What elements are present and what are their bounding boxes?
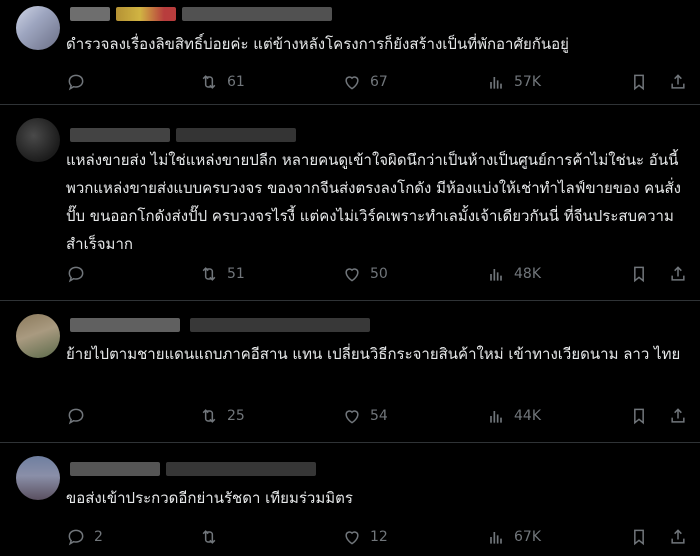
author-handle-blurred — [176, 128, 296, 142]
share-button[interactable] — [668, 262, 688, 286]
bookmark-icon — [634, 266, 644, 283]
bookmark-icon — [634, 408, 644, 425]
reply-icon — [68, 529, 84, 546]
author-name-blurred[interactable] — [70, 462, 160, 476]
author-name-blurred[interactable] — [70, 318, 180, 332]
post[interactable]: ขอส่งเข้าประกวดอีกย่านรัชดา เทียมร่วมมิต… — [0, 442, 700, 556]
repost-button[interactable]: 25 — [199, 404, 245, 428]
share-button[interactable] — [668, 70, 688, 94]
repost-count: 25 — [227, 408, 245, 424]
views-icon — [490, 532, 502, 544]
reply-button[interactable] — [66, 70, 94, 94]
views-icon — [490, 411, 502, 423]
repost-count: 51 — [227, 266, 245, 282]
bookmark-button[interactable] — [629, 404, 649, 428]
share-icon — [671, 529, 685, 544]
bookmark-icon — [634, 529, 644, 546]
repost-icon — [202, 530, 216, 544]
like-button[interactable]: 50 — [342, 262, 388, 286]
like-button[interactable]: 67 — [342, 70, 388, 94]
author-handle-blurred — [190, 318, 370, 332]
bookmark-button[interactable] — [629, 262, 649, 286]
reply-icon — [68, 408, 84, 425]
bookmark-button[interactable] — [629, 70, 649, 94]
share-button[interactable] — [668, 404, 688, 428]
avatar[interactable] — [16, 314, 60, 358]
share-icon — [671, 74, 685, 89]
views-button[interactable]: 48K — [486, 262, 541, 286]
views-count: 67K — [514, 529, 541, 545]
like-count: 54 — [370, 408, 388, 424]
like-count: 67 — [370, 74, 388, 90]
views-count: 44K — [514, 408, 541, 424]
repost-count: 61 — [227, 74, 245, 90]
author-name-blurred[interactable] — [70, 7, 110, 21]
like-icon — [345, 531, 359, 545]
post[interactable]: ย้ายไปตามชายแดนแถบภาคอีสาน แทน เปลี่ยนวิ… — [0, 300, 700, 443]
reply-icon — [68, 74, 84, 91]
avatar[interactable] — [16, 456, 60, 500]
views-button[interactable]: 57K — [486, 70, 541, 94]
bookmark-icon — [634, 74, 644, 91]
views-button[interactable]: 44K — [486, 404, 541, 428]
reply-button[interactable]: 2 — [66, 525, 103, 549]
post-actions: 25 54 44K — [66, 404, 688, 428]
views-count: 57K — [514, 74, 541, 90]
share-button[interactable] — [668, 525, 688, 549]
post[interactable]: แหล่งขายส่ง ไม่ใช่แหล่งขายปลีก หลายคนดูเ… — [0, 104, 700, 301]
author-handle-blurred — [166, 462, 316, 476]
like-icon — [345, 410, 359, 424]
repost-button[interactable]: 61 — [199, 70, 245, 94]
reply-button[interactable] — [66, 404, 94, 428]
post[interactable]: ดำรวจลงเรื่องลิขสิทธิ์บ่อยค่ะ แต่ข้างหลั… — [0, 0, 700, 105]
like-icon — [345, 268, 359, 282]
post-text: แหล่งขายส่ง ไม่ใช่แหล่งขายปลีก หลายคนดูเ… — [66, 151, 681, 253]
like-button[interactable]: 54 — [342, 404, 388, 428]
avatar[interactable] — [16, 6, 60, 50]
like-icon — [345, 76, 359, 90]
repost-button[interactable] — [199, 525, 227, 549]
author-name-blurred[interactable] — [70, 128, 170, 142]
views-icon — [490, 77, 502, 89]
repost-icon — [202, 409, 216, 423]
post-actions: 2 12 67K — [66, 525, 688, 549]
reply-icon — [68, 266, 84, 283]
post-text: ย้ายไปตามชายแดนแถบภาคอีสาน แทน เปลี่ยนวิ… — [66, 345, 681, 363]
views-count: 48K — [514, 266, 541, 282]
author-handle-blurred[interactable] — [116, 7, 176, 21]
reply-count: 2 — [94, 529, 103, 545]
views-button[interactable]: 67K — [486, 525, 541, 549]
post-text: ดำรวจลงเรื่องลิขสิทธิ์บ่อยค่ะ แต่ข้างหลั… — [66, 35, 569, 53]
like-button[interactable]: 12 — [342, 525, 388, 549]
views-icon — [490, 269, 502, 281]
bookmark-button[interactable] — [629, 525, 649, 549]
share-icon — [671, 408, 685, 423]
repost-button[interactable]: 51 — [199, 262, 245, 286]
share-icon — [671, 266, 685, 281]
like-count: 12 — [370, 529, 388, 545]
repost-icon — [202, 75, 216, 89]
repost-icon — [202, 267, 216, 281]
reply-button[interactable] — [66, 262, 94, 286]
post-actions: 51 50 48K — [66, 262, 688, 286]
post-text: ขอส่งเข้าประกวดอีกย่านรัชดา เทียมร่วมมิต… — [66, 489, 353, 507]
like-count: 50 — [370, 266, 388, 282]
author-handle-blurred — [182, 7, 332, 21]
avatar[interactable] — [16, 118, 60, 162]
post-actions: 61 67 57K — [66, 70, 688, 94]
